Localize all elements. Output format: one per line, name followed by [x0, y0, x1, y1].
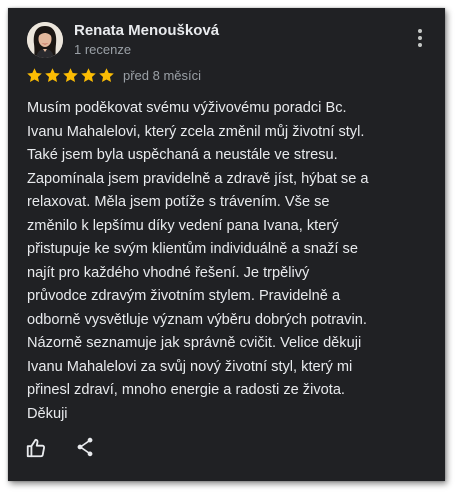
review-text-line: Musím poděkovat svému výživovému poradci… — [27, 100, 347, 116]
more-vert-icon[interactable] — [408, 26, 432, 50]
review-text-line: Zapomínala jsem pravidelně a zdravě jíst… — [27, 170, 369, 187]
author-name[interactable]: Renata Menoušková — [74, 22, 219, 39]
review-text-line: Děkuji — [27, 405, 68, 422]
share-icon[interactable] — [74, 436, 96, 458]
review-count[interactable]: 1 recenze — [74, 42, 131, 57]
review-text-line: přinesl zdraví, mnoho energie a radosti … — [27, 382, 345, 398]
review-text-line: najít pro každého vhodné řešení. Je trpě… — [27, 264, 310, 281]
star-icon — [27, 67, 42, 82]
review-text-line: Názorně seznamuje jak správně cvičit. Ve… — [27, 335, 362, 351]
review-text-line: Také jsem byla uspěchaná a neustále ve s… — [27, 147, 338, 163]
rating-row: před 8 měsíci — [26, 65, 201, 85]
star-icon — [99, 67, 114, 82]
avatar[interactable] — [27, 22, 63, 58]
review-text: Musím poděkovat svému výživovému poradci… — [27, 97, 427, 426]
review-text-line: relaxovat. Měla jsem potíže s trávením. … — [27, 194, 330, 210]
review-text-line: Ivanu Mahalelovi za svůj nový životní st… — [27, 358, 353, 375]
review-card: Renata Menoušková 1 recenze před 8 měsíc… — [8, 8, 445, 481]
thumb-up-icon[interactable] — [25, 437, 47, 459]
review-date: před 8 měsíci — [123, 67, 202, 83]
star-icon — [45, 67, 60, 82]
avatar-image — [27, 22, 63, 58]
review-text-line: průvodce zdravým životním stylem. Pravid… — [27, 288, 341, 304]
review-text-line: odborně vysvětluje význam výběru dobrých… — [27, 311, 367, 328]
star-rating — [26, 67, 115, 84]
review-text-line: Ivanu Mahalelovi, který zcela změnil můj… — [27, 123, 365, 140]
review-text-line: přistupuje ke svým klientům individuálně… — [27, 241, 358, 257]
review-text-line: změnilo k lepšímu díky vedení pana Ivana… — [27, 217, 339, 234]
star-icon — [63, 67, 78, 82]
star-icon — [81, 67, 96, 82]
